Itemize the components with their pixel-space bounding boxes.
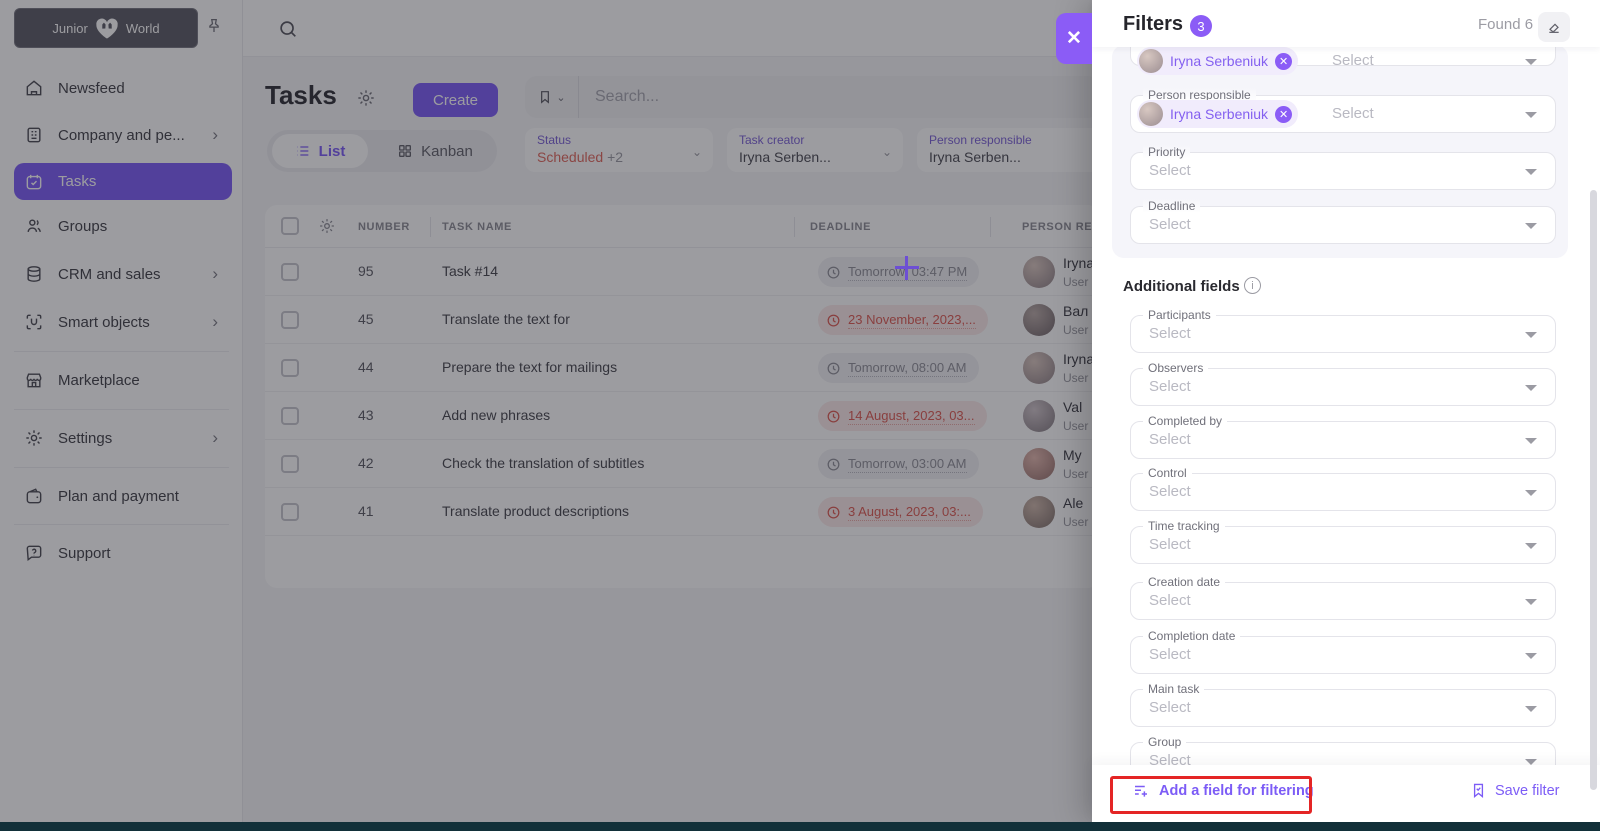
remove-chip-icon[interactable]: ✕ [1275, 53, 1292, 70]
filter-field-creation-date[interactable]: Creation date Select [1130, 582, 1556, 620]
dropdown-caret-icon [1525, 653, 1537, 659]
clear-filters-button[interactable] [1538, 12, 1570, 42]
dropdown-caret-icon [1525, 112, 1537, 118]
dropdown-caret-icon [1525, 59, 1537, 65]
dropdown-caret-icon [1525, 169, 1537, 175]
field-label: Completed by [1143, 414, 1227, 428]
chip-person-name: Iryna Serbeniuk [1170, 106, 1268, 122]
dropdown-caret-icon [1525, 543, 1537, 549]
select-placeholder: Select [1149, 646, 1191, 663]
plus-cursor-icon [895, 256, 919, 280]
filter-field-observers[interactable]: Observers Select [1130, 368, 1556, 406]
field-label: Creation date [1143, 575, 1225, 589]
filter-field-priority[interactable]: Priority Select [1130, 152, 1556, 190]
field-label: Control [1143, 466, 1192, 480]
field-label: Observers [1143, 361, 1208, 375]
close-panel-button[interactable]: ✕ [1056, 13, 1092, 64]
select-placeholder: Select [1149, 592, 1191, 609]
dropdown-caret-icon [1525, 385, 1537, 391]
filters-panel-footer: Add a field for filtering Save filter [1092, 765, 1600, 822]
filters-title: Filters [1123, 13, 1183, 36]
select-placeholder: Select [1149, 378, 1191, 395]
dropdown-caret-icon [1525, 490, 1537, 496]
avatar [1139, 49, 1163, 73]
dropdown-caret-icon [1525, 706, 1537, 712]
select-placeholder: Select [1149, 325, 1191, 342]
select-placeholder: Select [1149, 216, 1191, 233]
filter-add-icon [1132, 782, 1150, 800]
filter-field-control[interactable]: Control Select [1130, 473, 1556, 511]
field-label: Group [1143, 735, 1186, 749]
app-screen: Junior World Newsfeed Company and pe... … [0, 0, 1600, 831]
select-placeholder: Select [1149, 483, 1191, 500]
dropdown-caret-icon [1525, 332, 1537, 338]
button-label: Save filter [1495, 783, 1559, 799]
select-placeholder: Select [1149, 699, 1191, 716]
field-label: Time tracking [1143, 519, 1225, 533]
button-label: Add a field for filtering [1159, 783, 1314, 799]
found-count: Found 6 [1478, 16, 1533, 33]
selected-person-chip: Iryna Serbeniuk ✕ [1137, 100, 1298, 128]
field-label: Priority [1143, 145, 1190, 159]
select-placeholder: Select [1149, 536, 1191, 553]
dropdown-caret-icon [1525, 223, 1537, 229]
filters-panel-header: Filters 3 Found 6 [1092, 0, 1600, 47]
select-placeholder: Select [1149, 431, 1191, 448]
filter-field-participants[interactable]: Participants Select [1130, 315, 1556, 353]
filter-field-main-task[interactable]: Main task Select [1130, 689, 1556, 727]
filter-field-time-tracking[interactable]: Time tracking Select [1130, 526, 1556, 564]
select-placeholder: Select [1332, 52, 1374, 69]
field-label: Main task [1143, 682, 1204, 696]
additional-fields-title: Additional fields [1123, 278, 1240, 295]
dropdown-caret-icon [1525, 599, 1537, 605]
bottom-edge-strip [0, 822, 1600, 831]
dropdown-caret-icon [1525, 438, 1537, 444]
filters-count-badge: 3 [1190, 15, 1212, 37]
save-bookmark-icon [1470, 782, 1487, 799]
remove-chip-icon[interactable]: ✕ [1275, 106, 1292, 123]
field-label: Deadline [1143, 199, 1200, 213]
filters-panel: Iryna Serbeniuk ✕ Select Person responsi… [1092, 0, 1600, 822]
add-field-for-filtering-button[interactable]: Add a field for filtering [1132, 782, 1314, 800]
eraser-icon [1546, 19, 1562, 35]
info-icon[interactable]: i [1244, 277, 1261, 294]
modal-overlay [0, 0, 1092, 831]
filter-field-completion-date[interactable]: Completion date Select [1130, 636, 1556, 674]
filter-field-person-responsible[interactable]: Person responsible Iryna Serbeniuk ✕ Sel… [1130, 95, 1556, 133]
field-label: Participants [1143, 308, 1216, 322]
filter-field-completed-by[interactable]: Completed by Select [1130, 421, 1556, 459]
select-placeholder: Select [1149, 162, 1191, 179]
field-label: Completion date [1143, 629, 1240, 643]
selected-person-chip: Iryna Serbeniuk ✕ [1137, 47, 1298, 75]
chip-person-name: Iryna Serbeniuk [1170, 53, 1268, 69]
filter-field-deadline[interactable]: Deadline Select [1130, 206, 1556, 244]
select-placeholder: Select [1332, 105, 1374, 122]
avatar [1139, 102, 1163, 126]
save-filter-button[interactable]: Save filter [1470, 782, 1559, 799]
scrollbar[interactable] [1590, 190, 1597, 790]
